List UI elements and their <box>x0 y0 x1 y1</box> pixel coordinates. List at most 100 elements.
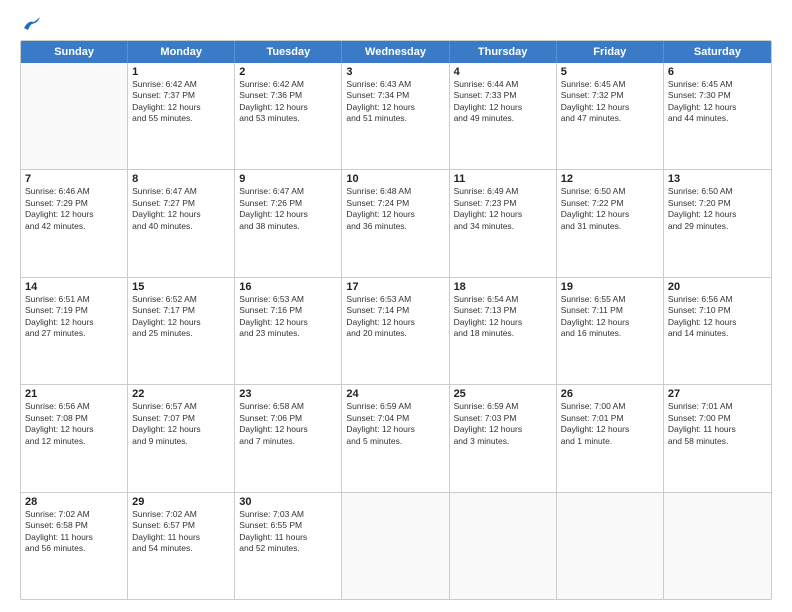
day-number: 25 <box>454 388 552 400</box>
cell-info-line: Daylight: 11 hours <box>668 424 767 435</box>
cell-info-line: Sunset: 7:32 PM <box>561 90 659 101</box>
calendar-cell: 5Sunrise: 6:45 AMSunset: 7:32 PMDaylight… <box>557 63 664 169</box>
cell-info-line: Daylight: 12 hours <box>25 209 123 220</box>
cell-info-line: Daylight: 12 hours <box>454 317 552 328</box>
cell-info-line: Sunrise: 7:00 AM <box>561 401 659 412</box>
cell-info-line: and 44 minutes. <box>668 113 767 124</box>
calendar-row-2: 7Sunrise: 6:46 AMSunset: 7:29 PMDaylight… <box>21 170 771 277</box>
calendar-cell: 23Sunrise: 6:58 AMSunset: 7:06 PMDayligh… <box>235 385 342 491</box>
cell-info-line: and 18 minutes. <box>454 328 552 339</box>
cell-info-line: Sunrise: 6:58 AM <box>239 401 337 412</box>
cell-info-line: Daylight: 12 hours <box>561 424 659 435</box>
day-number: 20 <box>668 281 767 293</box>
calendar-cell <box>21 63 128 169</box>
calendar-cell: 7Sunrise: 6:46 AMSunset: 7:29 PMDaylight… <box>21 170 128 276</box>
cell-info-line: Sunrise: 6:49 AM <box>454 186 552 197</box>
day-number: 15 <box>132 281 230 293</box>
cell-info-line: Sunset: 7:26 PM <box>239 198 337 209</box>
cell-info-line: Sunrise: 6:46 AM <box>25 186 123 197</box>
day-number: 16 <box>239 281 337 293</box>
cell-info-line: Daylight: 12 hours <box>454 102 552 113</box>
cell-info-line: Sunset: 7:29 PM <box>25 198 123 209</box>
cell-info-line: Sunset: 7:07 PM <box>132 413 230 424</box>
cell-info-line: Sunrise: 6:53 AM <box>239 294 337 305</box>
cell-info-line: Sunset: 7:34 PM <box>346 90 444 101</box>
cell-info-line: Sunrise: 6:57 AM <box>132 401 230 412</box>
cell-info-line: Daylight: 12 hours <box>239 102 337 113</box>
cell-info-line: and 51 minutes. <box>346 113 444 124</box>
logo <box>20 16 42 30</box>
day-number: 10 <box>346 173 444 185</box>
cell-info-line: Daylight: 12 hours <box>561 102 659 113</box>
calendar-cell: 11Sunrise: 6:49 AMSunset: 7:23 PMDayligh… <box>450 170 557 276</box>
cell-info-line: Sunset: 7:36 PM <box>239 90 337 101</box>
cell-info-line: and 49 minutes. <box>454 113 552 124</box>
cell-info-line: Sunrise: 6:50 AM <box>561 186 659 197</box>
calendar-cell: 27Sunrise: 7:01 AMSunset: 7:00 PMDayligh… <box>664 385 771 491</box>
day-number: 26 <box>561 388 659 400</box>
cell-info-line: and 9 minutes. <box>132 436 230 447</box>
cell-info-line: Sunrise: 6:43 AM <box>346 79 444 90</box>
cell-info-line: and 34 minutes. <box>454 221 552 232</box>
cell-info-line: Daylight: 11 hours <box>132 532 230 543</box>
cell-info-line: and 14 minutes. <box>668 328 767 339</box>
cell-info-line: Sunset: 6:55 PM <box>239 520 337 531</box>
day-number: 19 <box>561 281 659 293</box>
cell-info-line: Sunrise: 6:56 AM <box>25 401 123 412</box>
calendar-cell: 20Sunrise: 6:56 AMSunset: 7:10 PMDayligh… <box>664 278 771 384</box>
calendar-cell: 10Sunrise: 6:48 AMSunset: 7:24 PMDayligh… <box>342 170 449 276</box>
day-number: 5 <box>561 66 659 78</box>
calendar-row-3: 14Sunrise: 6:51 AMSunset: 7:19 PMDayligh… <box>21 278 771 385</box>
cell-info-line: Daylight: 12 hours <box>454 209 552 220</box>
calendar: SundayMondayTuesdayWednesdayThursdayFrid… <box>20 40 772 600</box>
calendar-cell: 4Sunrise: 6:44 AMSunset: 7:33 PMDaylight… <box>450 63 557 169</box>
calendar-cell: 24Sunrise: 6:59 AMSunset: 7:04 PMDayligh… <box>342 385 449 491</box>
cell-info-line: and 7 minutes. <box>239 436 337 447</box>
cell-info-line: Daylight: 12 hours <box>346 424 444 435</box>
calendar-cell: 16Sunrise: 6:53 AMSunset: 7:16 PMDayligh… <box>235 278 342 384</box>
calendar-cell: 17Sunrise: 6:53 AMSunset: 7:14 PMDayligh… <box>342 278 449 384</box>
cell-info-line: Sunrise: 7:02 AM <box>25 509 123 520</box>
calendar-cell: 30Sunrise: 7:03 AMSunset: 6:55 PMDayligh… <box>235 493 342 599</box>
cell-info-line: Sunset: 7:04 PM <box>346 413 444 424</box>
cell-info-line: and 1 minute. <box>561 436 659 447</box>
calendar-cell <box>557 493 664 599</box>
cell-info-line: Sunrise: 6:42 AM <box>239 79 337 90</box>
calendar-cell: 6Sunrise: 6:45 AMSunset: 7:30 PMDaylight… <box>664 63 771 169</box>
day-number: 29 <box>132 496 230 508</box>
cell-info-line: and 27 minutes. <box>25 328 123 339</box>
cell-info-line: Daylight: 12 hours <box>346 317 444 328</box>
cell-info-line: Daylight: 12 hours <box>454 424 552 435</box>
calendar-header: SundayMondayTuesdayWednesdayThursdayFrid… <box>21 41 771 63</box>
cell-info-line: Sunrise: 6:55 AM <box>561 294 659 305</box>
cell-info-line: and 20 minutes. <box>346 328 444 339</box>
cell-info-line: and 38 minutes. <box>239 221 337 232</box>
cell-info-line: Daylight: 12 hours <box>25 424 123 435</box>
header-day-tuesday: Tuesday <box>235 41 342 63</box>
cell-info-line: Sunset: 7:06 PM <box>239 413 337 424</box>
cell-info-line: and 40 minutes. <box>132 221 230 232</box>
cell-info-line: Sunset: 7:27 PM <box>132 198 230 209</box>
calendar-cell <box>450 493 557 599</box>
day-number: 1 <box>132 66 230 78</box>
day-number: 24 <box>346 388 444 400</box>
cell-info-line: Sunrise: 6:53 AM <box>346 294 444 305</box>
cell-info-line: Sunrise: 7:02 AM <box>132 509 230 520</box>
calendar-cell: 13Sunrise: 6:50 AMSunset: 7:20 PMDayligh… <box>664 170 771 276</box>
day-number: 30 <box>239 496 337 508</box>
day-number: 21 <box>25 388 123 400</box>
cell-info-line: Sunrise: 7:03 AM <box>239 509 337 520</box>
cell-info-line: Sunrise: 6:47 AM <box>132 186 230 197</box>
day-number: 18 <box>454 281 552 293</box>
cell-info-line: Daylight: 12 hours <box>132 209 230 220</box>
cell-info-line: Daylight: 12 hours <box>239 424 337 435</box>
cell-info-line: Daylight: 11 hours <box>239 532 337 543</box>
cell-info-line: Daylight: 11 hours <box>25 532 123 543</box>
cell-info-line: Sunset: 7:24 PM <box>346 198 444 209</box>
cell-info-line: Daylight: 12 hours <box>346 209 444 220</box>
cell-info-line: Sunrise: 6:44 AM <box>454 79 552 90</box>
cell-info-line: Sunrise: 6:52 AM <box>132 294 230 305</box>
cell-info-line: Daylight: 12 hours <box>132 102 230 113</box>
cell-info-line: Sunset: 7:19 PM <box>25 305 123 316</box>
cell-info-line: Sunset: 7:10 PM <box>668 305 767 316</box>
